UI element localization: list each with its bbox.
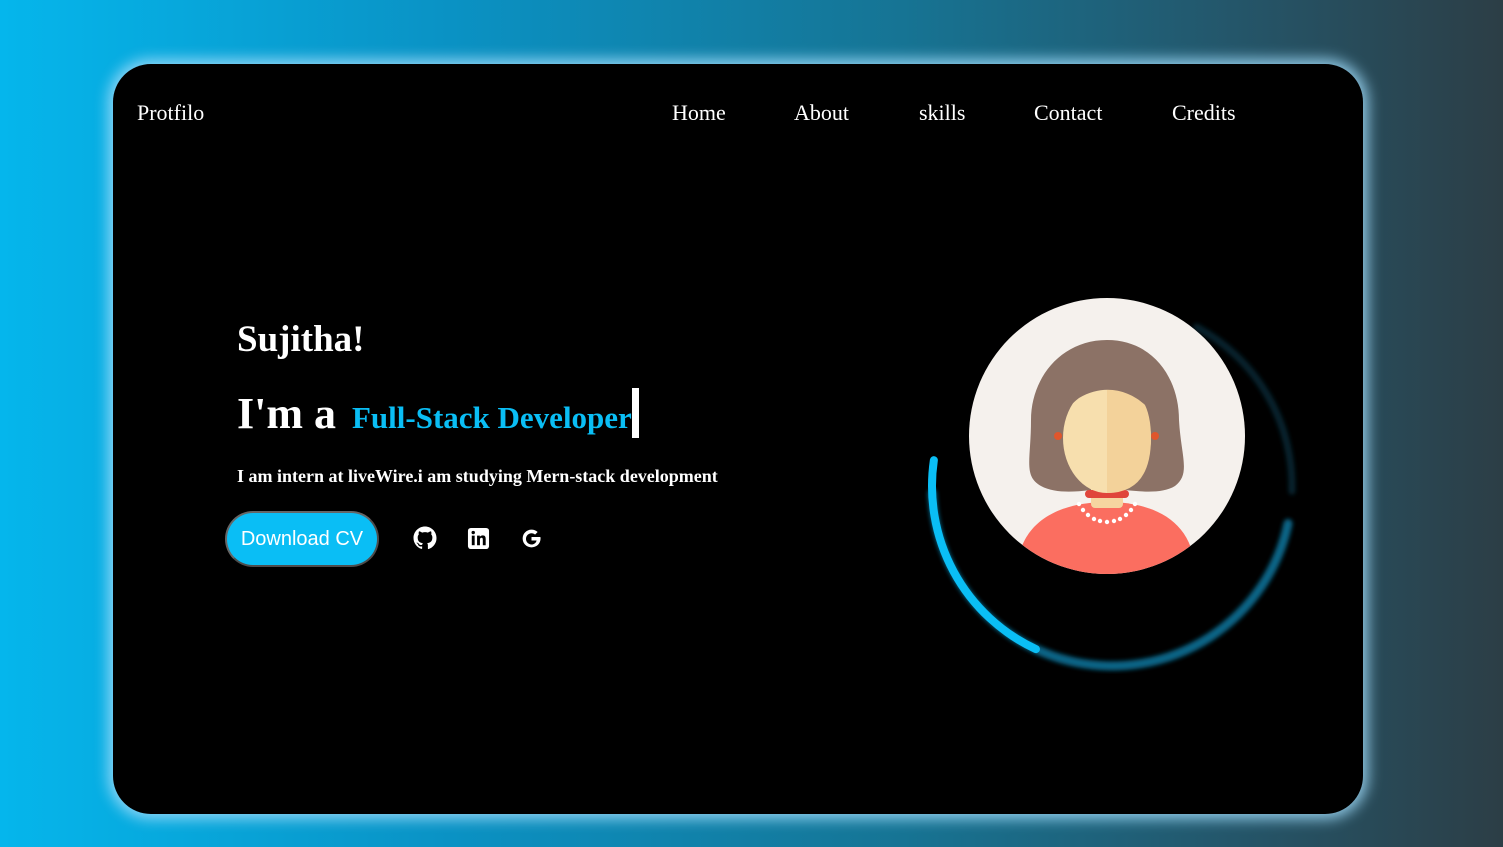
- role-typed-text: Full-Stack Developer: [352, 400, 632, 435]
- github-icon[interactable]: [412, 525, 438, 551]
- nav-credits[interactable]: Credits: [1172, 100, 1236, 126]
- nav-home[interactable]: Home: [672, 100, 726, 126]
- hero-name: Sujitha!: [237, 319, 365, 360]
- nav-skills[interactable]: skills: [919, 100, 965, 126]
- linkedin-icon[interactable]: [465, 525, 491, 551]
- hero-role: I'm a Full-Stack Developer: [237, 388, 639, 439]
- nav-contact[interactable]: Contact: [1034, 100, 1102, 126]
- google-icon[interactable]: [518, 525, 544, 551]
- profile-avatar: [969, 298, 1245, 574]
- role-prefix: I'm a: [237, 389, 336, 438]
- site-logo[interactable]: Protfilo: [137, 100, 204, 126]
- hero-bio: I am intern at liveWire.i am studying Me…: [237, 466, 718, 486]
- nav-about[interactable]: About: [794, 100, 849, 126]
- typing-caret: [631, 388, 639, 438]
- download-cv-button[interactable]: Download CV: [225, 511, 379, 567]
- hero-card: Protfilo Home About skills Contact Credi…: [113, 64, 1363, 814]
